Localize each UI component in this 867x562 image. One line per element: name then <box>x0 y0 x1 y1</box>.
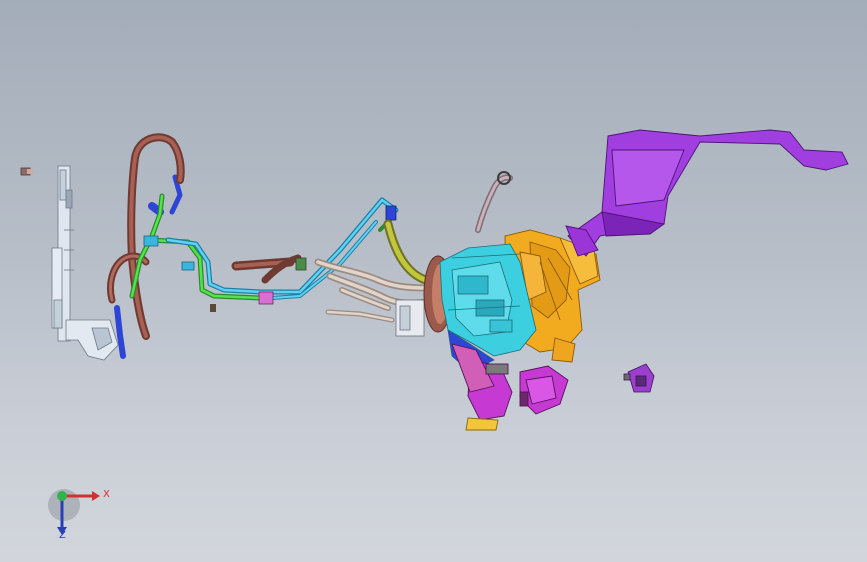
grey-connector-box-part[interactable] <box>395 299 425 337</box>
assembly-model[interactable] <box>0 0 867 562</box>
coordinate-triad: X Z <box>40 478 120 548</box>
purple-air-duct-part[interactable] <box>565 129 849 257</box>
x-axis-label: X <box>103 489 110 500</box>
z-axis-label: Z <box>59 530 66 541</box>
purple-sensor-bracket-part[interactable] <box>623 363 655 393</box>
cad-graphics-area[interactable]: X Z <box>0 0 867 562</box>
blue-hose-clips-part[interactable] <box>114 174 183 359</box>
magenta-lower-duct-part[interactable] <box>451 343 569 431</box>
radiator-bracket-part[interactable] <box>51 165 119 361</box>
brown-coolant-hose-part[interactable] <box>106 133 302 340</box>
small-connector-part[interactable] <box>20 167 33 176</box>
